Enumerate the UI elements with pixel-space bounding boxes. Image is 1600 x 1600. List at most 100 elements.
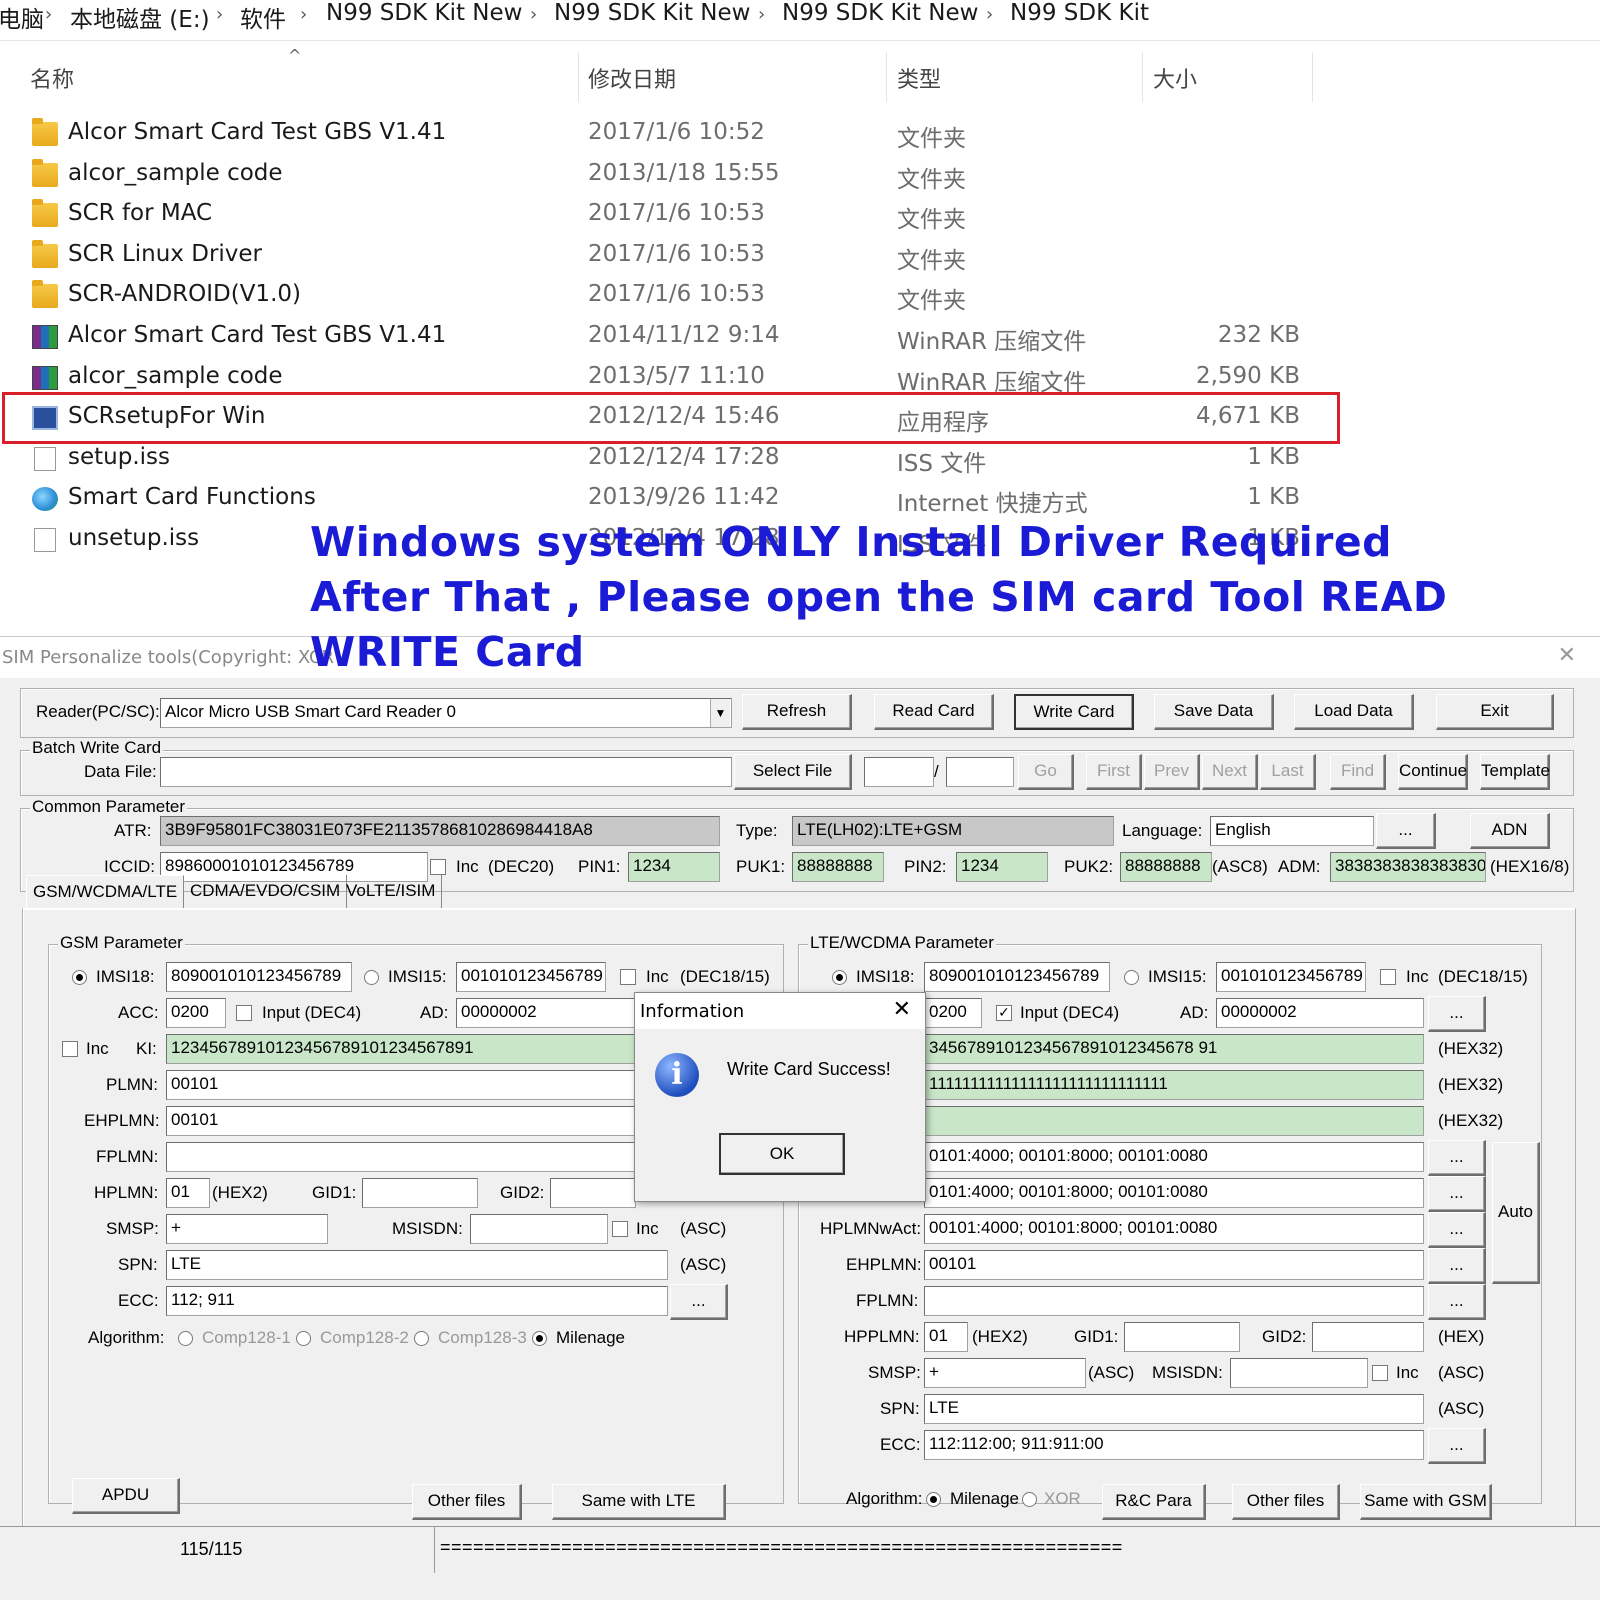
lte-milenage-radio[interactable] <box>926 1492 941 1507</box>
gsm-ad-field[interactable]: 00000002 <box>456 998 636 1028</box>
puk1-field[interactable]: 88888888 <box>792 852 884 882</box>
column-divider[interactable] <box>1312 52 1313 102</box>
gsm-imsi15-radio[interactable] <box>364 970 379 985</box>
find-button[interactable]: Find <box>1330 754 1386 790</box>
lte-gid2-field[interactable] <box>1312 1322 1424 1352</box>
language-more-button[interactable]: ... <box>1376 813 1436 849</box>
comp128-1-radio[interactable] <box>178 1331 193 1346</box>
close-icon[interactable]: ✕ <box>893 997 911 1022</box>
lte-ehplmn-field[interactable]: 00101 <box>924 1250 1424 1280</box>
lte-acc-field[interactable]: 0200 <box>924 998 982 1028</box>
lte-imsi15-field[interactable]: 001010123456789 <box>1216 962 1366 992</box>
batch-start-input[interactable] <box>864 757 934 787</box>
gsm-gid2-field[interactable] <box>550 1178 636 1208</box>
tab-volte-isim[interactable]: VoLTE/ISIM <box>340 875 443 909</box>
file-row[interactable]: alcor_sample code 2013/1/18 15:55 文件夹 <box>0 155 1340 195</box>
gsm-imsi18-radio[interactable] <box>72 970 87 985</box>
pin1-field[interactable]: 1234 <box>628 852 720 882</box>
lte-smsp-field[interactable]: + <box>924 1358 1086 1388</box>
column-divider[interactable] <box>886 52 887 102</box>
lte-ki-field[interactable]: 3456789101234567891012345678 91 <box>924 1034 1424 1064</box>
lte-fplmn-field[interactable] <box>924 1286 1424 1316</box>
gsm-fplmn-field[interactable] <box>166 1142 636 1172</box>
lte-msisdn-inc-checkbox[interactable] <box>1372 1365 1388 1381</box>
tab-gsm-wcdma-lte[interactable]: GSM/WCDMA/LTE <box>26 875 185 909</box>
same-with-gsm-button[interactable]: Same with GSM <box>1360 1484 1492 1520</box>
column-header-size[interactable]: 大小 <box>1153 62 1197 94</box>
gsm-gid1-field[interactable] <box>362 1178 478 1208</box>
adn-button[interactable]: ADN <box>1470 813 1550 849</box>
lte-hplmnwact-field[interactable]: 00101:4000; 00101:8000; 00101:0080 <box>924 1214 1424 1244</box>
iccid-inc-checkbox[interactable] <box>430 859 446 875</box>
adm-field[interactable]: 3838383838383830 <box>1330 852 1486 882</box>
lte-other-files-button[interactable]: Other files <box>1232 1484 1340 1520</box>
file-row[interactable]: SCR Linux Driver 2017/1/6 10:53 文件夹 <box>0 236 1340 276</box>
last-button[interactable]: Last <box>1260 754 1316 790</box>
file-row[interactable]: SCR for MAC 2017/1/6 10:53 文件夹 <box>0 195 1340 235</box>
atr-field[interactable]: 3B9F95801FC38031E073FE211357868102869844… <box>160 816 720 846</box>
write-card-button[interactable]: Write Card <box>1014 694 1134 730</box>
lte-xor-radio[interactable] <box>1022 1492 1037 1507</box>
lte-oplmnwact-more-button[interactable]: ... <box>1428 1176 1486 1212</box>
lte-gid1-field[interactable] <box>1124 1322 1240 1352</box>
lte-key-field[interactable] <box>924 1106 1424 1136</box>
lte-ad-field[interactable]: 00000002 <box>1216 998 1424 1028</box>
column-header-type[interactable]: 类型 <box>897 62 941 94</box>
lte-imsi18-field[interactable]: 809001010123456789 <box>924 962 1110 992</box>
lte-fplmn-more-button[interactable]: ... <box>1428 1284 1486 1320</box>
next-button[interactable]: Next <box>1202 754 1258 790</box>
language-field[interactable]: English <box>1210 816 1374 846</box>
close-icon[interactable]: ✕ <box>1558 643 1576 668</box>
gsm-ecc-field[interactable]: 112; 911 <box>166 1286 668 1316</box>
file-row[interactable]: Smart Card Functions 2013/9/26 11:42 Inter… <box>0 479 1340 519</box>
lte-input-dec4-checkbox[interactable]: ✓ <box>996 1005 1012 1021</box>
gsm-ecc-more-button[interactable]: ... <box>670 1284 728 1320</box>
lte-plmnwact-field[interactable]: 0101:4000; 00101:8000; 00101:0080 <box>924 1142 1424 1172</box>
breadcrumb-item[interactable]: N99 SDK Kit New <box>326 0 522 26</box>
save-data-button[interactable]: Save Data <box>1154 694 1274 730</box>
lte-msisdn-field[interactable] <box>1230 1358 1368 1388</box>
lte-ecc-more-button[interactable]: ... <box>1428 1428 1486 1464</box>
gsm-msisdn-inc-checkbox[interactable] <box>612 1221 628 1237</box>
prev-button[interactable]: Prev <box>1144 754 1200 790</box>
gsm-imsi-inc-checkbox[interactable] <box>620 969 636 985</box>
select-file-button[interactable]: Select File <box>734 754 852 790</box>
chevron-down-icon[interactable]: ▼ <box>710 699 730 727</box>
column-header-date[interactable]: 修改日期 <box>588 62 676 94</box>
file-row[interactable]: setup.iss 2012/12/4 17:28 ISS 文件 1 KB <box>0 439 1340 479</box>
apdu-button[interactable]: APDU <box>72 1478 180 1514</box>
file-row[interactable]: Alcor Smart Card Test GBS V1.41 2014/11/1… <box>0 317 1340 357</box>
template-button[interactable]: Template <box>1480 754 1550 790</box>
milenage-radio[interactable] <box>532 1331 547 1346</box>
gsm-smsp-field[interactable]: + <box>166 1214 328 1244</box>
lte-imsi15-radio[interactable] <box>1124 970 1139 985</box>
column-divider[interactable] <box>578 52 579 102</box>
gsm-plmn-field[interactable]: 00101 <box>166 1070 636 1100</box>
load-data-button[interactable]: Load Data <box>1294 694 1414 730</box>
gsm-input-dec4-checkbox[interactable] <box>236 1005 252 1021</box>
first-button[interactable]: First <box>1086 754 1142 790</box>
breadcrumb-item[interactable]: 电脑 <box>0 0 44 34</box>
gsm-hplmn-field[interactable]: 01 <box>166 1178 210 1208</box>
breadcrumb-item[interactable]: 本地磁盘 (E:) <box>70 0 210 34</box>
gsm-acc-field[interactable]: 0200 <box>166 998 226 1028</box>
gsm-ehplmn-field[interactable]: 00101 <box>166 1106 636 1136</box>
breadcrumb-item[interactable]: N99 SDK Kit New <box>782 0 978 26</box>
exit-button[interactable]: Exit <box>1436 694 1554 730</box>
gsm-imsi15-field[interactable]: 001010123456789 <box>456 962 606 992</box>
gsm-ki-field[interactable]: 12345678910123456789101234567891 <box>166 1034 636 1064</box>
comp128-3-radio[interactable] <box>414 1331 429 1346</box>
pin2-field[interactable]: 1234 <box>956 852 1048 882</box>
lte-ehplmn-more-button[interactable]: ... <box>1428 1248 1486 1284</box>
go-button[interactable]: Go <box>1018 754 1074 790</box>
gsm-spn-field[interactable]: LTE <box>166 1250 668 1280</box>
reader-select[interactable]: Alcor Micro USB Smart Card Reader 0 ▼ <box>160 698 732 728</box>
same-with-lte-button[interactable]: Same with LTE <box>552 1484 726 1520</box>
breadcrumb-item[interactable]: 软件 <box>240 0 286 34</box>
type-field[interactable]: LTE(LH02):LTE+GSM <box>792 816 1114 846</box>
continue-button[interactable]: Continue <box>1398 754 1468 790</box>
lte-opc-field[interactable]: 11111111111111111111111111111 <box>924 1070 1424 1100</box>
rc-para-button[interactable]: R&C Para <box>1102 1484 1206 1520</box>
gsm-imsi18-field[interactable]: 809001010123456789 <box>166 962 352 992</box>
refresh-button[interactable]: Refresh <box>742 694 852 730</box>
